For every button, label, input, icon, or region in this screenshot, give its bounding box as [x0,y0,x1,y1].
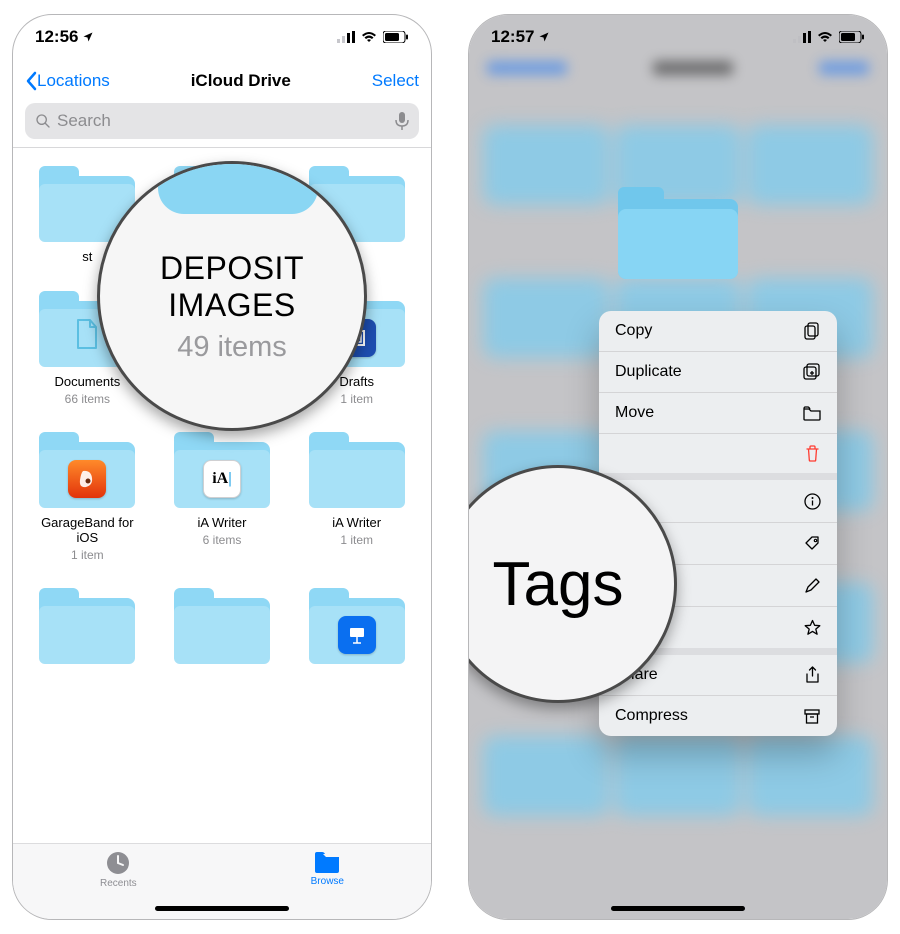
folder-label: iA Writer [198,516,247,531]
folder-label: iA Writer [332,516,381,531]
folder-label: st [82,250,92,265]
search-wrap [13,103,431,147]
folder-subtitle: 1 item [71,548,104,562]
callout-folder-name: DEPOSIT IMAGES [100,250,364,324]
callout-deposit-images: DEPOSIT IMAGES 49 items [97,161,367,431]
folder-item-garageband[interactable]: GarageBand for iOS 1 item [21,432,154,562]
folder-item-iawriter-1[interactable]: iA| iA Writer 6 items [156,432,289,562]
menu-duplicate[interactable]: Duplicate [599,351,837,392]
wifi-icon [361,31,377,43]
preview-folder [618,187,738,279]
duplicate-icon [803,363,821,381]
clock-icon [105,850,131,876]
tab-browse[interactable]: Browse [311,850,344,887]
menu-separator [599,473,837,480]
pencil-icon [803,578,821,594]
microphone-icon[interactable] [395,112,409,130]
info-icon [803,493,821,510]
search-field[interactable] [25,103,419,139]
trash-icon [803,445,821,462]
folder-subtitle: 6 items [203,533,242,547]
tag-icon [803,535,821,552]
location-icon [538,31,550,43]
callout-tags-label: Tags [493,549,624,620]
status-bar: 12:57 [469,15,887,59]
menu-label: Compress [615,707,688,725]
tab-label: Browse [311,876,344,887]
home-indicator [611,906,745,911]
cellular-icon [337,31,355,43]
status-bar: 12:56 [13,15,431,59]
menu-copy[interactable]: Copy [599,311,837,351]
archive-icon [803,709,821,724]
share-icon [803,666,821,684]
cellular-icon [793,31,811,43]
folder-icon [313,850,341,874]
battery-icon [839,31,865,43]
folder-label: Drafts [339,375,374,390]
status-time: 12:57 [491,27,534,47]
folder-subtitle: 66 items [65,392,110,406]
back-button[interactable]: Locations [25,71,110,91]
tab-recents[interactable]: Recents [100,850,137,889]
menu-compress[interactable]: Compress [599,695,837,736]
menu-move[interactable]: Move [599,392,837,433]
page-title: iCloud Drive [110,71,372,91]
callout-folder-subtitle: 49 items [177,331,287,364]
folder-label: Documents [54,375,120,390]
iawriter-app-icon: iA| [174,460,270,498]
star-icon [803,619,821,636]
back-label: Locations [37,71,110,91]
menu-delete[interactable] [599,433,837,473]
copy-icon [803,322,821,340]
garageband-app-icon [39,460,135,498]
folder-subtitle: 1 item [340,392,373,406]
folder-item[interactable] [21,588,154,664]
folder-item-iawriter-2[interactable]: iA Writer 1 item [290,432,423,562]
folder-item[interactable] [156,588,289,664]
folder-item-keynote[interactable] [290,588,423,664]
wifi-icon [817,31,833,43]
home-indicator [155,906,289,911]
folder-subtitle: 1 item [340,533,373,547]
folder-icon [803,406,821,421]
callout-folder-tab [158,161,318,214]
folder-label: GarageBand for iOS [32,516,142,546]
location-icon [82,31,94,43]
battery-icon [383,31,409,43]
menu-label: Copy [615,322,652,340]
search-input[interactable] [57,111,389,131]
chevron-left-icon [25,71,37,91]
search-icon [35,113,51,129]
select-button[interactable]: Select [372,71,419,91]
menu-label: Duplicate [615,363,682,381]
screenshot-right: 12:57 Copy Duplicate Move [468,14,888,920]
keynote-app-icon [309,616,405,654]
status-time: 12:56 [35,27,78,47]
tab-label: Recents [100,878,137,889]
screenshot-left: 12:56 Locations iCloud Drive Select st [12,14,432,920]
nav-bar: Locations iCloud Drive Select [13,59,431,103]
menu-label: Move [615,404,654,422]
